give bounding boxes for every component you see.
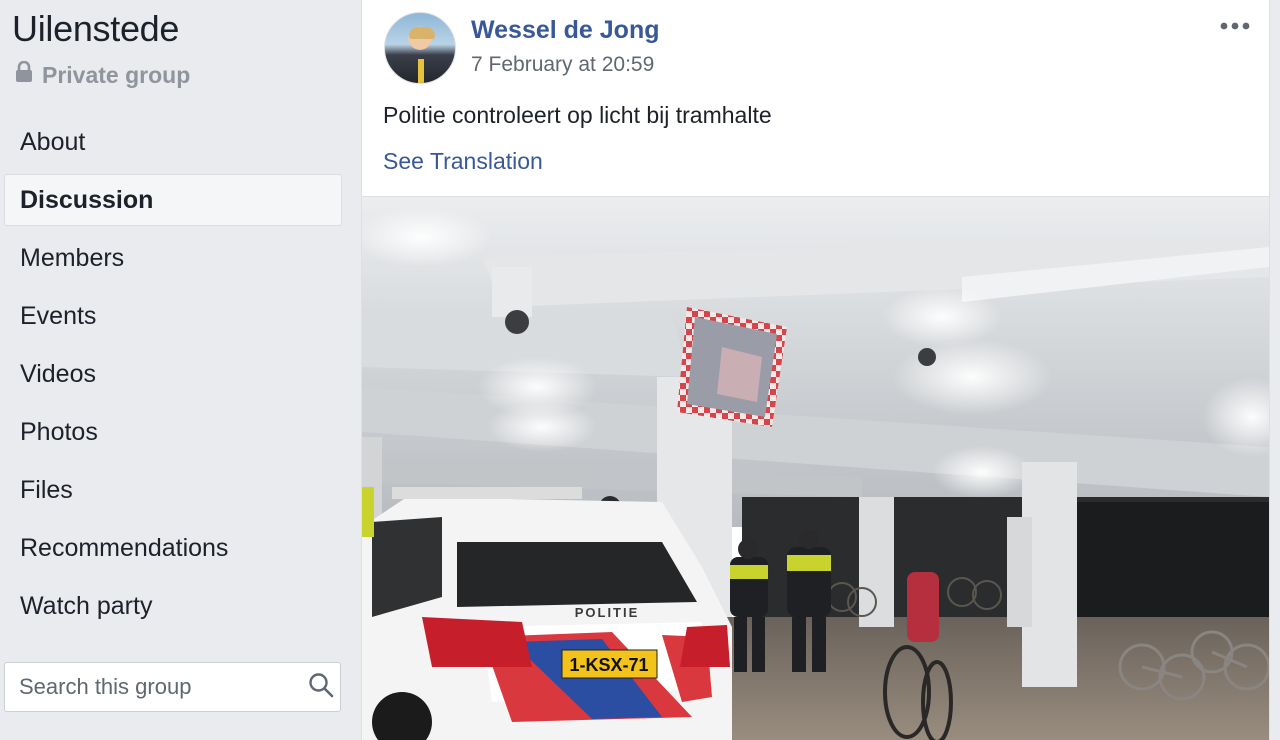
post-text: Politie controleert op licht bij tramhal… bbox=[383, 102, 772, 128]
lock-icon bbox=[14, 60, 34, 89]
group-nav: About Discussion Members Events Videos P… bbox=[4, 116, 342, 638]
nav-item-discussion[interactable]: Discussion bbox=[4, 174, 342, 226]
license-plate-text: 1-KSX-71 bbox=[569, 655, 648, 675]
search-input[interactable] bbox=[19, 674, 307, 700]
group-search bbox=[4, 662, 341, 712]
privacy-label: Private group bbox=[42, 61, 191, 88]
group-name[interactable]: Uilenstede bbox=[12, 8, 179, 50]
nav-item-watch-party[interactable]: Watch party bbox=[4, 580, 342, 632]
nav-item-members[interactable]: Members bbox=[4, 232, 342, 284]
nav-item-label: About bbox=[20, 127, 86, 156]
nav-item-about[interactable]: About bbox=[4, 116, 342, 168]
nav-item-label: Photos bbox=[20, 417, 98, 446]
nav-item-label: Videos bbox=[20, 359, 96, 388]
avatar-hair bbox=[409, 27, 435, 39]
search-icon[interactable] bbox=[307, 671, 335, 704]
nav-item-label: Discussion bbox=[20, 185, 154, 214]
nav-item-label: Members bbox=[20, 243, 125, 272]
avatar-tie bbox=[418, 59, 424, 83]
post-author[interactable]: Wessel de Jong bbox=[471, 16, 660, 45]
group-privacy: Private group bbox=[14, 60, 190, 90]
nav-item-files[interactable]: Files bbox=[4, 464, 342, 516]
nav-item-label: Events bbox=[20, 301, 97, 330]
nav-item-label: Recommendations bbox=[20, 533, 229, 562]
avatar[interactable] bbox=[384, 12, 456, 84]
nav-item-label: Files bbox=[20, 475, 73, 504]
see-translation-link[interactable]: See Translation bbox=[383, 148, 543, 175]
feed-post: Wessel de Jong 7 February at 20:59 Polit… bbox=[361, 0, 1270, 740]
nav-item-videos[interactable]: Videos bbox=[4, 348, 342, 400]
nav-item-events[interactable]: Events bbox=[4, 290, 342, 342]
group-sidebar: Uilenstede Private group About Discussio… bbox=[0, 0, 360, 740]
post-photo[interactable]: 1-KSX-71 POLITIE bbox=[362, 196, 1269, 740]
more-options-icon[interactable] bbox=[1215, 12, 1255, 40]
nav-item-photos[interactable]: Photos bbox=[4, 406, 342, 458]
nav-item-label: Watch party bbox=[20, 591, 153, 620]
nav-item-recommendations[interactable]: Recommendations bbox=[4, 522, 342, 574]
vehicle-text: POLITIE bbox=[575, 605, 640, 620]
post-timestamp[interactable]: 7 February at 20:59 bbox=[471, 53, 654, 77]
